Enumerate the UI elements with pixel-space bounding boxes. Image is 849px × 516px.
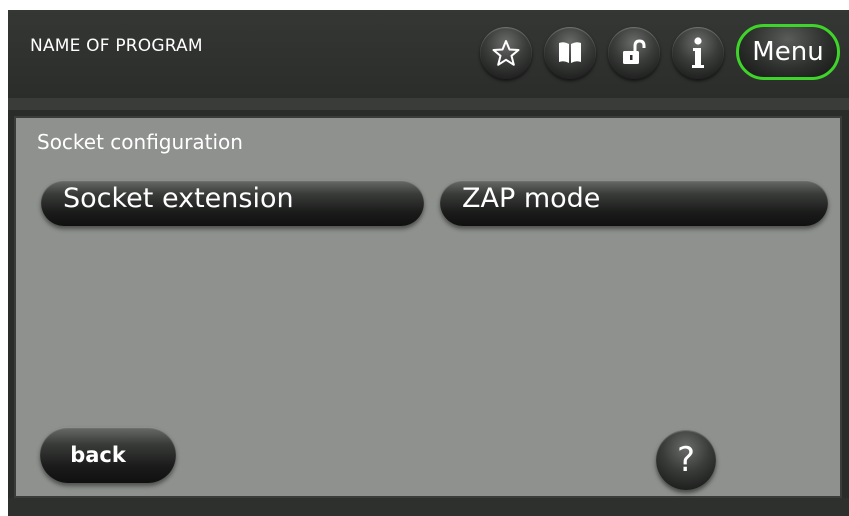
zap-mode-button[interactable]: ZAP mode xyxy=(440,180,828,226)
section-label: Socket configuration xyxy=(37,130,243,154)
help-button[interactable]: ? xyxy=(656,430,716,490)
top-bar-divider xyxy=(8,98,849,110)
favorites-button[interactable] xyxy=(480,27,532,79)
menu-button-label: Menu xyxy=(752,37,824,67)
back-button-label: back xyxy=(70,443,126,467)
device-screen: NAME OF PROGRAM Menu Socket configuratio… xyxy=(8,10,849,516)
socket-extension-label: Socket extension xyxy=(63,183,294,214)
zap-mode-label: ZAP mode xyxy=(462,183,601,214)
lock-button[interactable] xyxy=(608,27,660,79)
book-button[interactable] xyxy=(544,27,596,79)
back-button[interactable]: back xyxy=(40,427,176,483)
star-icon xyxy=(492,40,520,66)
book-icon xyxy=(559,42,581,63)
menu-button[interactable]: Menu xyxy=(736,24,840,80)
top-bar: NAME OF PROGRAM Menu xyxy=(8,10,849,98)
socket-extension-button[interactable]: Socket extension xyxy=(41,180,424,226)
program-title: NAME OF PROGRAM xyxy=(30,36,203,56)
bottom-bar xyxy=(8,498,849,516)
info-button[interactable] xyxy=(672,27,724,79)
unlock-icon xyxy=(623,39,646,64)
help-icon: ? xyxy=(676,440,696,480)
info-icon xyxy=(692,37,704,68)
